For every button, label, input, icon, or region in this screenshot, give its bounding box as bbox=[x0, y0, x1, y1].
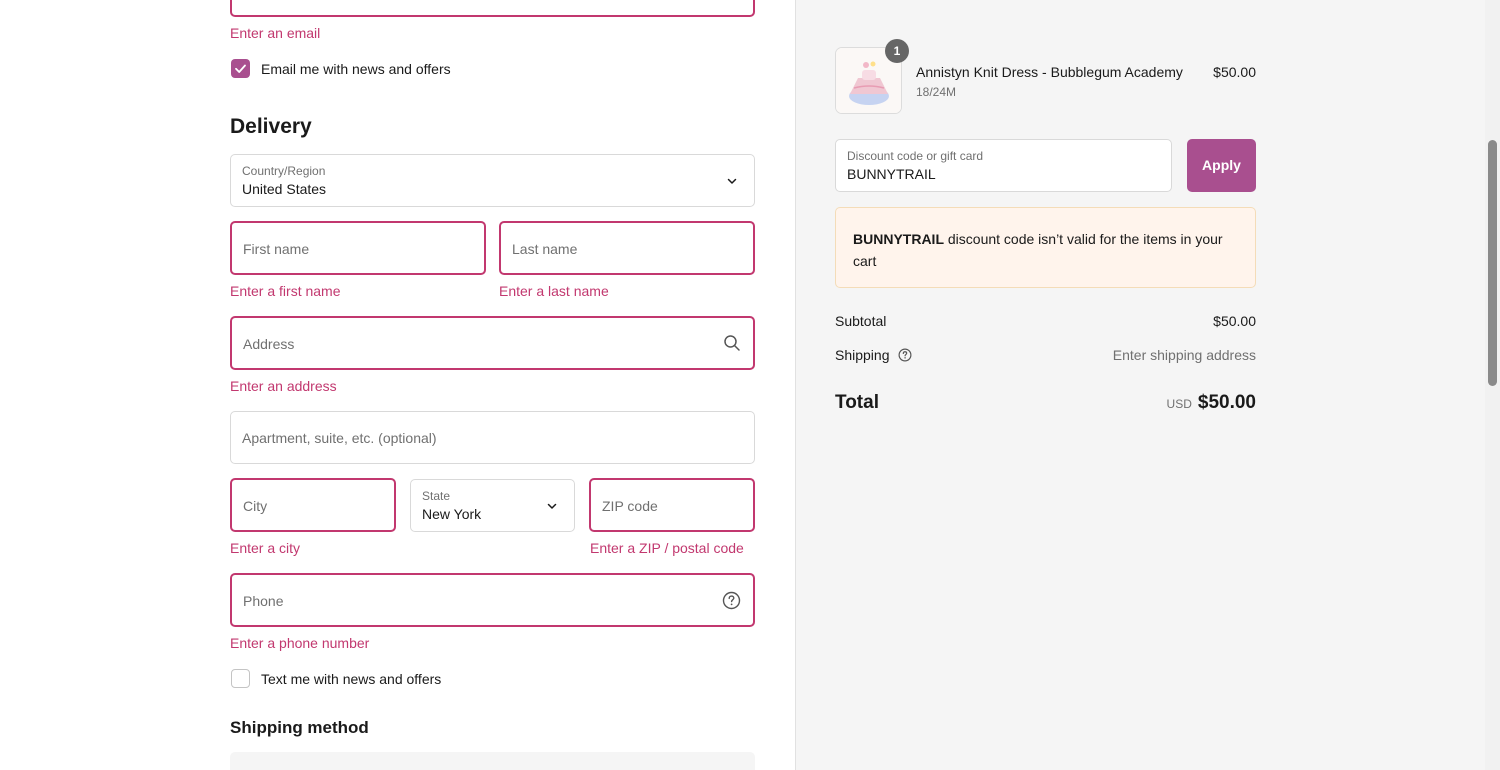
help-circle-icon[interactable] bbox=[722, 591, 741, 610]
subtotal-value: $50.00 bbox=[1213, 313, 1256, 329]
zip-field[interactable]: ZIP code bbox=[589, 478, 755, 532]
country-value: United States bbox=[242, 181, 327, 197]
zip-error: Enter a ZIP / postal code bbox=[590, 540, 744, 556]
apply-button[interactable]: Apply bbox=[1187, 139, 1256, 192]
phone-error: Enter a phone number bbox=[230, 635, 370, 651]
country-select[interactable]: Country/Region United States bbox=[230, 154, 755, 207]
scrollbar-thumb[interactable] bbox=[1488, 140, 1497, 386]
shipping-value: Enter shipping address bbox=[1112, 347, 1256, 363]
email-news-checkbox[interactable] bbox=[231, 59, 250, 78]
email-news-label: Email me with news and offers bbox=[261, 61, 451, 77]
product-price: $50.00 bbox=[1213, 64, 1256, 80]
subtotal-label: Subtotal bbox=[835, 313, 887, 329]
email-field[interactable] bbox=[230, 0, 755, 17]
shipping-method-heading: Shipping method bbox=[230, 718, 369, 737]
total-currency: USD bbox=[1166, 397, 1192, 411]
product-variant: 18/24M bbox=[916, 85, 957, 99]
zip-placeholder: ZIP code bbox=[602, 498, 658, 514]
search-icon[interactable] bbox=[723, 334, 741, 352]
last-name-placeholder: Last name bbox=[512, 241, 578, 257]
help-circle-icon[interactable] bbox=[898, 348, 912, 362]
total-label: Total bbox=[835, 392, 879, 413]
quantity-badge: 1 bbox=[885, 39, 909, 63]
apartment-placeholder: Apartment, suite, etc. (optional) bbox=[242, 430, 437, 446]
first-name-error: Enter a first name bbox=[230, 283, 341, 299]
discount-code-field[interactable]: Discount code or gift card BUNNYTRAIL bbox=[835, 139, 1172, 192]
shipping-label: Shipping bbox=[835, 347, 890, 363]
state-value: New York bbox=[422, 506, 482, 522]
first-name-placeholder: First name bbox=[243, 241, 310, 257]
discount-code-value: BUNNYTRAIL bbox=[847, 166, 936, 182]
last-name-field[interactable]: Last name bbox=[499, 221, 755, 275]
chevron-down-icon bbox=[727, 178, 737, 184]
state-label: State bbox=[422, 489, 451, 503]
product-name: Annistyn Knit Dress - Bubblegum Academy bbox=[916, 64, 1183, 80]
country-label: Country/Region bbox=[242, 164, 326, 178]
city-placeholder: City bbox=[243, 498, 268, 514]
phone-field[interactable]: Phone bbox=[230, 573, 755, 627]
apartment-field[interactable]: Apartment, suite, etc. (optional) bbox=[230, 411, 755, 464]
text-news-label: Text me with news and offers bbox=[261, 671, 442, 687]
phone-placeholder: Phone bbox=[243, 593, 284, 609]
state-select[interactable]: State New York bbox=[410, 479, 575, 532]
discount-code-label: Discount code or gift card bbox=[847, 149, 984, 163]
discount-error-text: BUNNYTRAIL discount code isn’t valid for… bbox=[853, 228, 1245, 272]
city-field[interactable]: City bbox=[230, 478, 396, 532]
email-error: Enter an email bbox=[230, 25, 321, 41]
delivery-heading: Delivery bbox=[230, 115, 312, 138]
page-scrollbar[interactable] bbox=[1485, 0, 1500, 770]
discount-error-alert: BUNNYTRAIL discount code isn’t valid for… bbox=[835, 207, 1256, 288]
chevron-down-icon bbox=[547, 503, 557, 509]
address-placeholder: Address bbox=[243, 336, 295, 352]
shipping-method-placeholder-box bbox=[230, 752, 755, 770]
address-error: Enter an address bbox=[230, 378, 337, 394]
first-name-field[interactable]: First name bbox=[230, 221, 486, 275]
checkout-form-panel: Enter an email Email me with news and of… bbox=[0, 0, 795, 770]
order-summary-panel bbox=[795, 0, 1485, 770]
total-value: $50.00 bbox=[1197, 392, 1256, 413]
address-field[interactable]: Address bbox=[230, 316, 755, 370]
city-error: Enter a city bbox=[230, 540, 301, 556]
discount-error-code: BUNNYTRAIL bbox=[853, 231, 944, 247]
last-name-error: Enter a last name bbox=[499, 283, 609, 299]
check-icon bbox=[235, 64, 246, 73]
text-news-checkbox[interactable] bbox=[231, 669, 250, 688]
total-amount: USD $50.00 bbox=[1100, 392, 1256, 414]
